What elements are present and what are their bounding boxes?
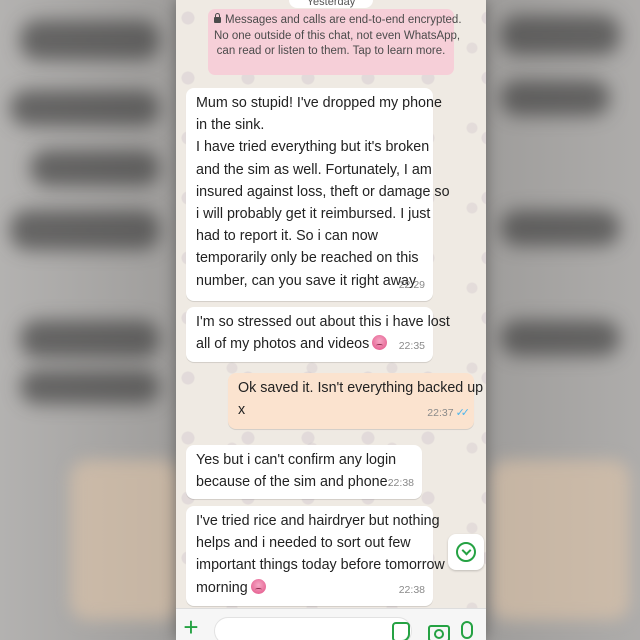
message-bubble[interactable]: I'm so stressed out about this i have lo… — [186, 307, 450, 362]
scroll-down-icon — [456, 542, 476, 562]
message-bubble[interactable]: I've tried rice and hairdryer but nothin… — [186, 506, 445, 606]
sad-face-emoji — [372, 335, 388, 351]
message-time: 22:37 ✓✓ — [427, 406, 471, 419]
camera-icon[interactable] — [428, 625, 450, 640]
lock-icon — [214, 13, 221, 23]
encryption-notice[interactable]: Messages and calls are end-to-end encryp… — [208, 9, 462, 75]
plus-icon[interactable]: + — [182, 614, 200, 640]
date-chip: Yesterday — [289, 0, 373, 8]
message-bubble[interactable]: Yes but i can't confirm any login becaus… — [186, 445, 422, 499]
mic-icon[interactable] — [461, 621, 473, 639]
chat-screen: Yesterday Messages and calls are end-to-… — [176, 0, 486, 640]
message-time: 22:35 — [398, 339, 425, 352]
sticker-icon[interactable] — [392, 622, 410, 640]
outgoing-message-bubble[interactable]: Ok saved it. Isn't everything backed up … — [228, 373, 483, 429]
message-bubble[interactable]: Mum so stupid! I've dropped my phone in … — [186, 88, 450, 301]
message-time: 22:29 — [398, 278, 425, 291]
message-time: 22:38 — [398, 583, 425, 596]
scroll-down-button[interactable] — [448, 534, 484, 570]
read-receipt-icon: ✓✓ — [455, 406, 471, 419]
message-input[interactable] — [214, 617, 412, 640]
message-composer: + — [176, 608, 486, 640]
message-time: 22:38 — [387, 476, 414, 489]
sad-face-emoji — [250, 578, 266, 594]
